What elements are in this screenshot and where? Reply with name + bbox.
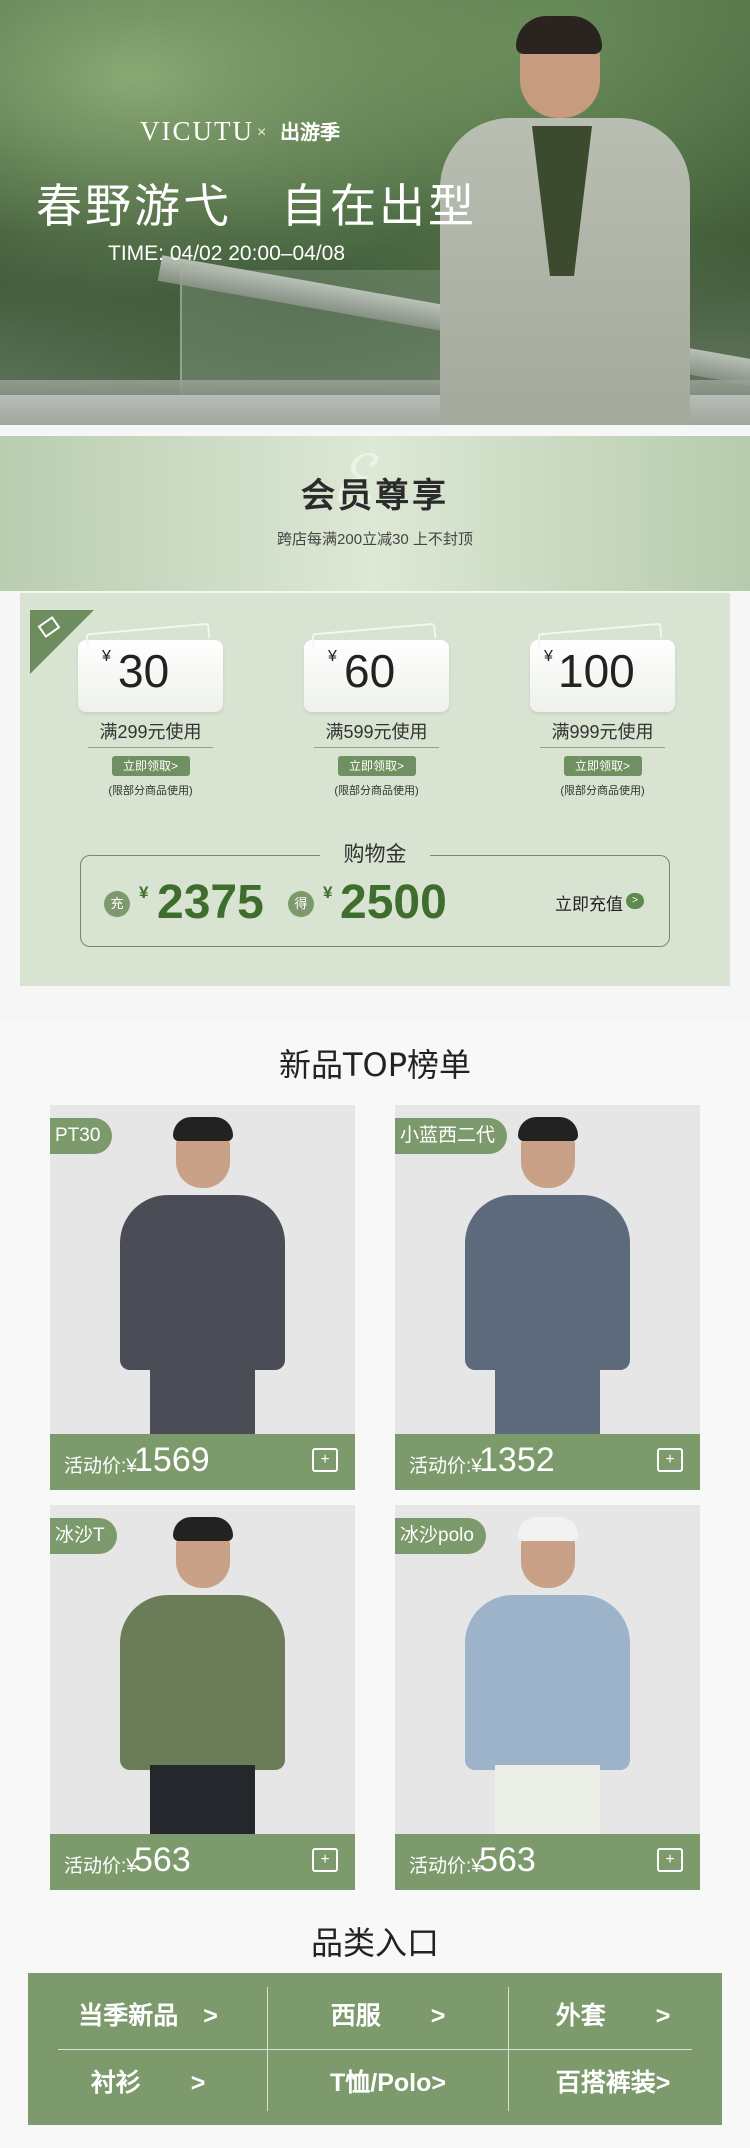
coupon-amount: 30 <box>118 645 170 697</box>
coupon-amount: 100 <box>558 645 635 697</box>
category-grid: 当季新品 > 西服 > 外套 > 衬衫 > T恤/Polo> 百搭裤装> <box>28 1973 722 2125</box>
product-card[interactable]: 冰沙polo 活动价:¥ 563 + <box>395 1505 700 1890</box>
category-title: 品类入口 <box>310 1924 439 1962</box>
hero-title: 春野游弋 自在出型 <box>36 179 477 233</box>
category-shirts[interactable]: 衬衫 > <box>33 2050 263 2116</box>
product-card[interactable]: 小蓝西二代 活动价:¥ 1352 + <box>395 1105 700 1490</box>
coupon-condition: 满299元使用 <box>88 718 213 748</box>
get-badge: 得 <box>288 891 314 917</box>
category-pants[interactable]: 百搭裤装> <box>498 2050 728 2116</box>
product-tag: 小蓝西二代 <box>395 1118 508 1154</box>
category-new-season[interactable]: 当季新品 > <box>33 1983 263 2049</box>
member-subtitle: 跨店每满200立减30 上不封顶 <box>277 531 473 548</box>
coupon-currency: ¥ <box>102 648 111 665</box>
product-image <box>110 1517 295 1865</box>
category-suits[interactable]: 西服 > <box>273 1983 503 2049</box>
product-tag: PT30 <box>50 1118 113 1154</box>
product-card[interactable]: PT30 活动价:¥ 1569 + <box>50 1105 355 1490</box>
claim-coupon-button[interactable]: 立即领取> <box>337 756 416 776</box>
charge-currency: ¥ <box>139 883 149 902</box>
category-tshirt-polo[interactable]: T恤/Polo> <box>273 2050 503 2116</box>
coupon-condition: 满599元使用 <box>314 718 439 748</box>
price-bar: 活动价:¥ 1569 + <box>50 1434 355 1490</box>
hero-banner[interactable]: VICUTU × 出游季 春野游弋 自在出型 TIME: 04/02 20:00… <box>0 0 750 425</box>
coupon-100[interactable]: ¥ 100 满999元使用 立即领取> (限部分商品使用) <box>530 640 675 798</box>
product-price: 563 <box>134 1841 191 1879</box>
coupon-currency: ¥ <box>328 648 337 665</box>
charge-badge: 充 <box>104 891 130 917</box>
brand-cross: × <box>257 124 267 141</box>
get-amount: 2500 <box>340 876 447 929</box>
coupon-note: (限部分商品使用) <box>334 785 419 797</box>
coupon-60[interactable]: ¥ 60 满599元使用 立即领取> (限部分商品使用) <box>304 640 449 798</box>
coupon-30[interactable]: ¥ 30 满299元使用 立即领取> (限部分商品使用) <box>78 640 223 798</box>
claim-coupon-button[interactable]: 立即领取> <box>111 756 190 776</box>
brand-logo: VICUTU <box>140 116 254 146</box>
price-bar: 活动价:¥ 563 + <box>50 1834 355 1890</box>
product-price: 1569 <box>134 1441 210 1479</box>
hero-time: TIME: 04/02 20:00–04/08 <box>108 242 345 265</box>
recharge-button[interactable]: 立即充值 <box>555 890 623 915</box>
product-image <box>455 1517 640 1865</box>
coupon-condition: 满999元使用 <box>540 718 665 748</box>
product-tag: 冰沙T <box>50 1518 117 1554</box>
add-to-cart-icon[interactable]: + <box>312 1448 338 1472</box>
price-label: 活动价: <box>409 1456 472 1477</box>
product-price: 563 <box>479 1841 536 1879</box>
price-label: 活动价: <box>409 1856 472 1877</box>
category-outerwear[interactable]: 外套 > <box>498 1983 728 2049</box>
hero-model-image <box>440 16 690 425</box>
product-image <box>455 1117 640 1465</box>
shopping-gold-label: 购物金 <box>320 838 430 868</box>
add-to-cart-icon[interactable]: + <box>312 1848 338 1872</box>
coupon-note: (限部分商品使用) <box>108 785 193 797</box>
product-price: 1352 <box>479 1441 555 1479</box>
coupon-amount: 60 <box>344 645 396 697</box>
price-bar: 活动价:¥ 563 + <box>395 1834 700 1890</box>
price-label: 活动价: <box>64 1856 127 1877</box>
charge-amount: 2375 <box>157 876 264 929</box>
arrow-right-icon[interactable]: > <box>626 893 644 909</box>
top-list-title: 新品TOP榜单 <box>278 1046 472 1084</box>
add-to-cart-icon[interactable]: + <box>657 1848 683 1872</box>
product-tag: 冰沙polo <box>395 1518 486 1554</box>
claim-coupon-button[interactable]: 立即领取> <box>563 756 642 776</box>
partner-logo: 出游季 <box>280 122 340 144</box>
price-label: 活动价: <box>64 1456 127 1477</box>
price-bar: 活动价:¥ 1352 + <box>395 1434 700 1490</box>
product-card[interactable]: 冰沙T 活动价:¥ 563 + <box>50 1505 355 1890</box>
coupon-note: (限部分商品使用) <box>560 785 645 797</box>
coupon-currency: ¥ <box>544 648 553 665</box>
member-title: 会员尊享 <box>301 477 449 515</box>
product-image <box>110 1117 295 1465</box>
get-currency: ¥ <box>323 883 333 902</box>
add-to-cart-icon[interactable]: + <box>657 1448 683 1472</box>
